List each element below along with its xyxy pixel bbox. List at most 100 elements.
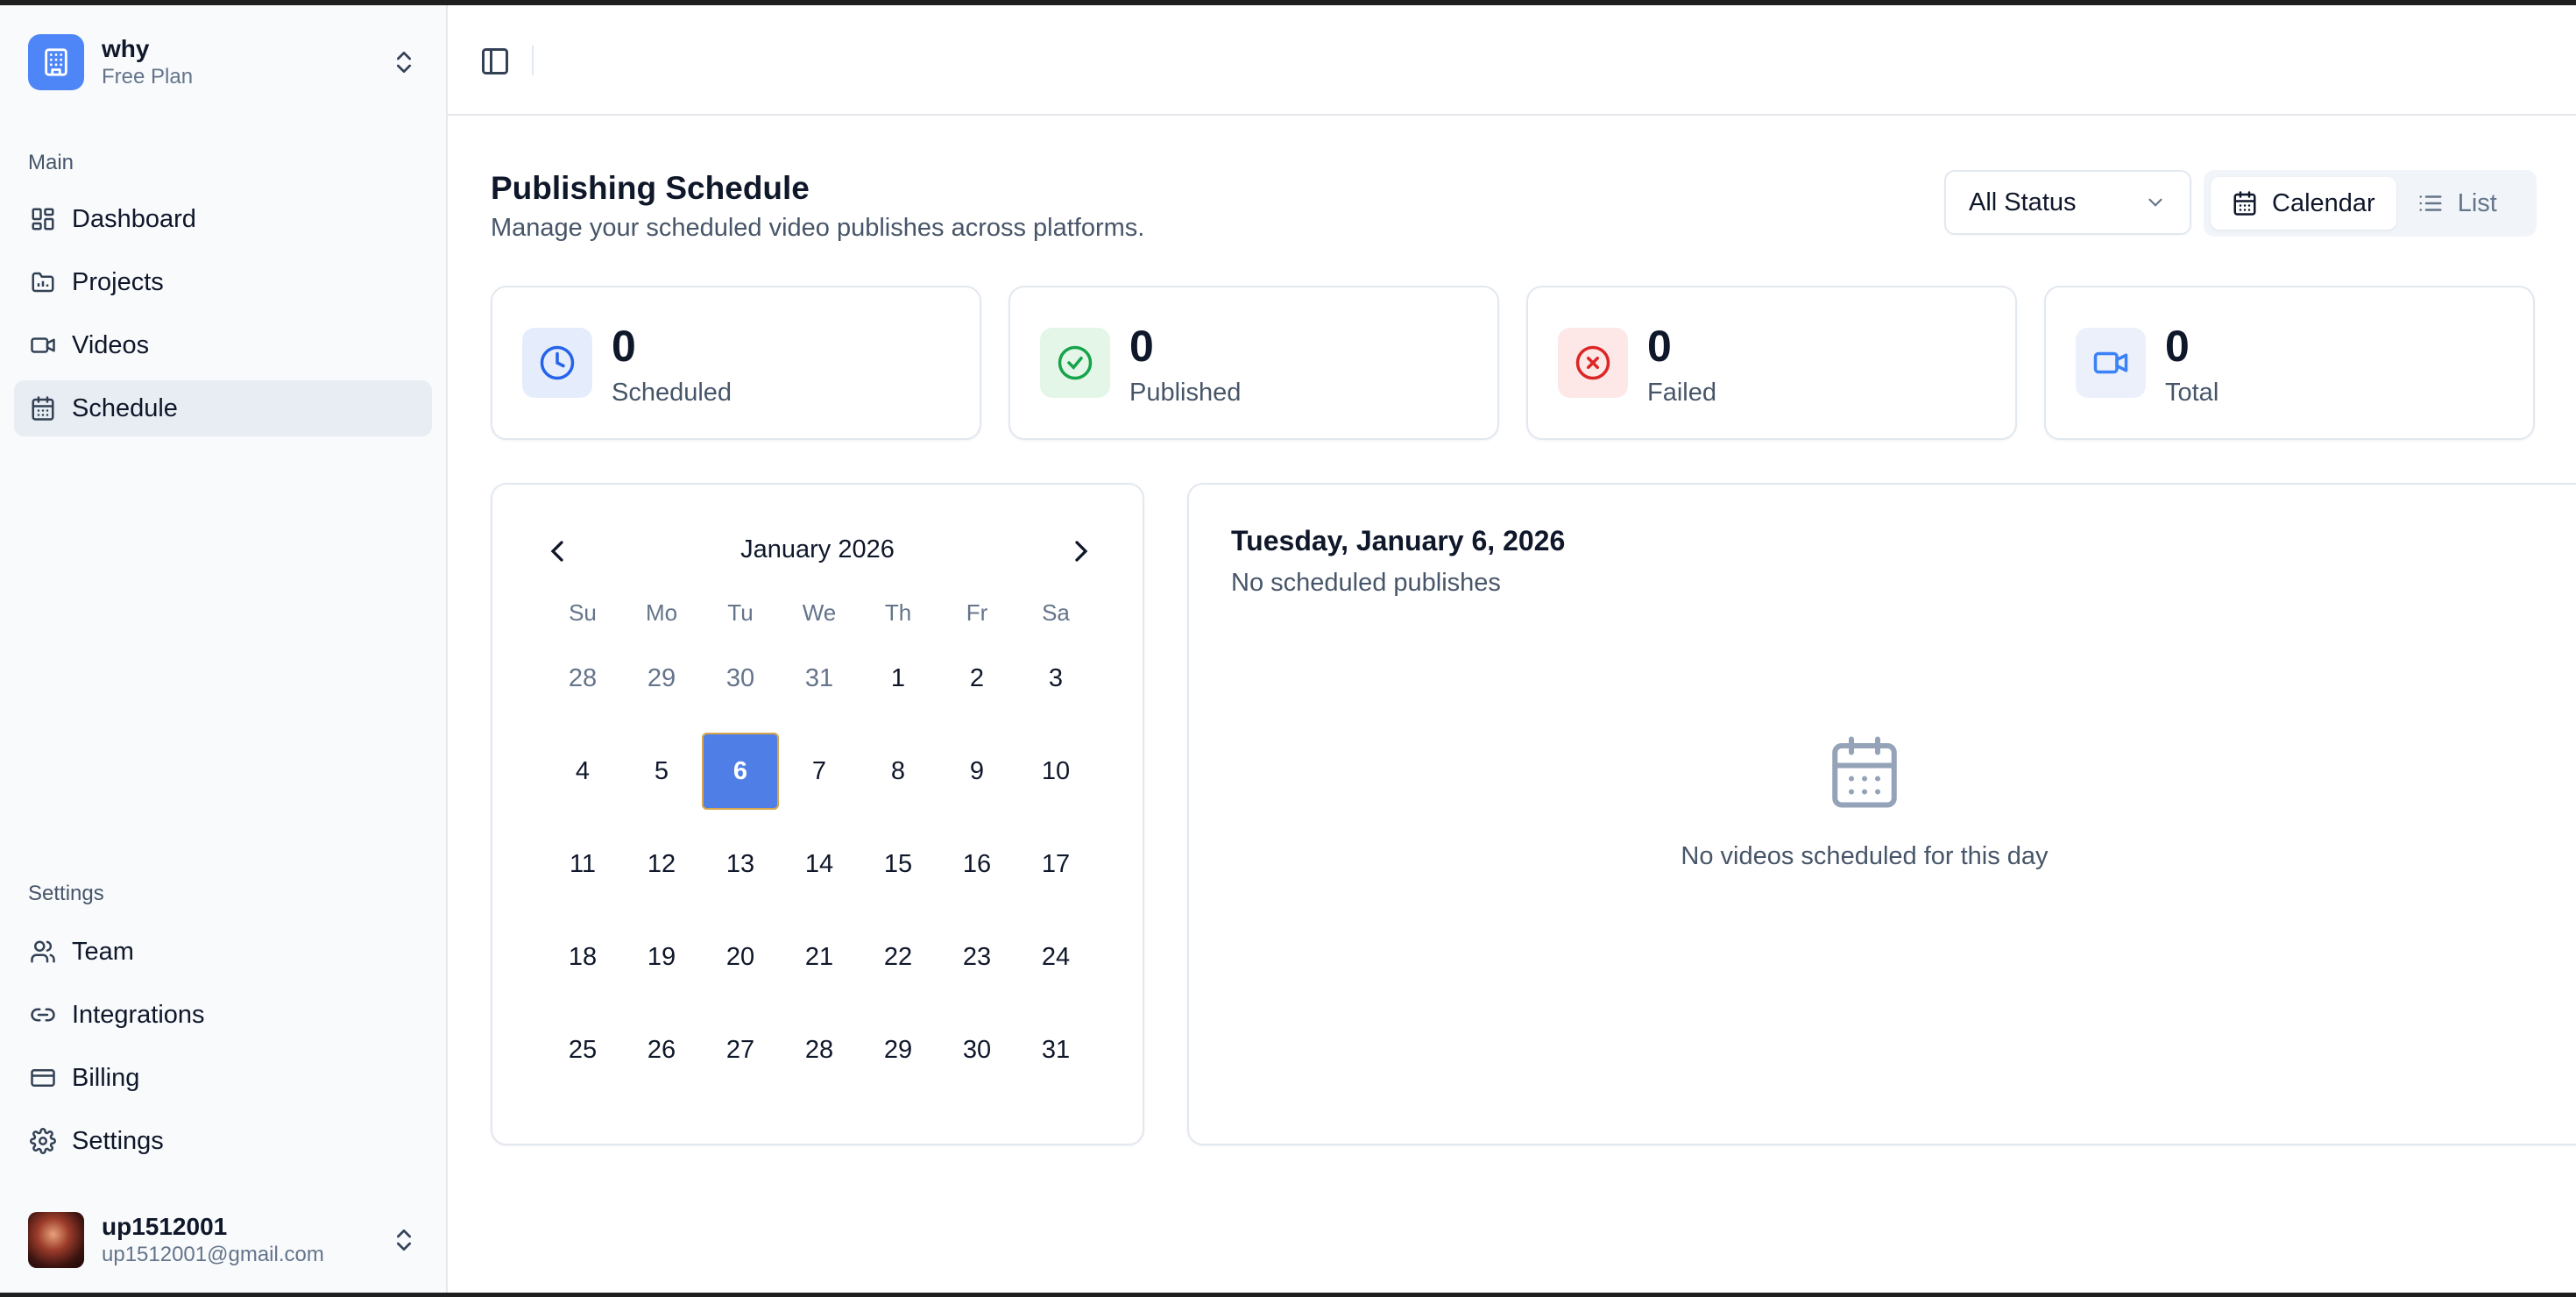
list-icon <box>2417 190 2444 216</box>
calendar-day-number: 28 <box>568 663 598 692</box>
sidebar-item-settings[interactable]: Settings <box>14 1113 432 1169</box>
projects-icon <box>30 269 56 295</box>
calendar-day[interactable]: 19 <box>622 911 701 1003</box>
main-nav: Dashboard Projects Videos Schedule <box>14 191 432 443</box>
calendar-day[interactable]: 2 <box>938 632 1016 725</box>
chevrons-up-down-icon <box>390 48 418 76</box>
weekday-label: Su <box>569 599 597 626</box>
calendar-day[interactable]: 23 <box>938 911 1016 1003</box>
calendar-day[interactable]: 29 <box>859 1003 938 1096</box>
calendar-day[interactable]: 5 <box>622 725 701 818</box>
user-menu[interactable]: up1512001 up1512001@gmail.com <box>28 1209 418 1271</box>
calendar-day-number: 23 <box>962 942 992 971</box>
status-filter-select[interactable]: All Status <box>1944 170 2191 235</box>
calendar-day[interactable]: 15 <box>859 818 938 911</box>
calendar-day-number: 6 <box>702 733 779 810</box>
calendar-day[interactable]: 12 <box>622 818 701 911</box>
weekday-label: Sa <box>1042 599 1070 626</box>
calendar-day[interactable]: 30 <box>938 1003 1016 1096</box>
gear-icon <box>30 1128 56 1154</box>
calendar-day-number: 10 <box>1041 756 1071 785</box>
calendar-day-number: 8 <box>890 756 906 785</box>
view-toggle: Calendar List <box>2204 170 2537 237</box>
calendar-day[interactable]: 29 <box>622 632 701 725</box>
calendar-day[interactable]: 26 <box>622 1003 701 1096</box>
list-view-button[interactable]: List <box>2396 177 2518 230</box>
sidebar: why Free Plan Main Dashboard Projects Vi… <box>0 5 448 1293</box>
calendar-day-number: 30 <box>725 663 755 692</box>
calendar-week-row: 4 5 6 7 8 9 10 <box>543 725 1095 818</box>
calendar-day-number: 14 <box>804 849 834 878</box>
calendar-month: January 2026 <box>740 535 895 563</box>
calendar-day[interactable]: 4 <box>543 725 622 818</box>
chevron-right-icon[interactable] <box>1064 534 1099 569</box>
calendar-day-number: 20 <box>725 942 755 971</box>
calendar-day[interactable]: 11 <box>543 818 622 911</box>
stat-card-published: 0 Published <box>1008 286 1499 440</box>
calendar-day-number: 11 <box>569 849 597 878</box>
sidebar-toggle-icon[interactable] <box>479 46 511 77</box>
calendar-day[interactable]: 13 <box>701 818 780 911</box>
page-title: Publishing Schedule <box>491 170 810 206</box>
calendar-day[interactable]: 28 <box>780 1003 859 1096</box>
status-filter-value: All Status <box>1969 188 2077 216</box>
calendar-day[interactable]: 20 <box>701 911 780 1003</box>
calendar-day[interactable]: 24 <box>1016 911 1095 1003</box>
calendar-day[interactable]: 21 <box>780 911 859 1003</box>
weekday-label: We <box>802 599 837 626</box>
calendar-day-number: 13 <box>725 849 755 878</box>
sidebar-item-label: Integrations <box>72 1000 205 1029</box>
stat-card-total: 0 Total <box>2044 286 2535 440</box>
calendar-day-selected[interactable]: 6 <box>701 725 780 818</box>
calendar-day-number: 3 <box>1048 663 1064 692</box>
calendar-day[interactable]: 18 <box>543 911 622 1003</box>
selected-date-title: Tuesday, January 6, 2026 <box>1231 525 1566 556</box>
stat-value: 0 <box>1647 322 1672 371</box>
calendar-day-number: 4 <box>575 756 591 785</box>
stat-label: Total <box>2165 379 2219 407</box>
calendar-day[interactable]: 27 <box>701 1003 780 1096</box>
dashboard-icon <box>30 206 56 232</box>
calendar-day[interactable]: 7 <box>780 725 859 818</box>
sidebar-item-projects[interactable]: Projects <box>14 254 432 310</box>
video-icon <box>30 332 56 358</box>
calendar-day-number: 25 <box>568 1035 598 1064</box>
calendar-day-number: 15 <box>883 849 913 878</box>
calendar-day[interactable]: 22 <box>859 911 938 1003</box>
sidebar-item-billing[interactable]: Billing <box>14 1050 432 1106</box>
calendar-day[interactable]: 17 <box>1016 818 1095 911</box>
calendar-day[interactable]: 30 <box>701 632 780 725</box>
sidebar-item-schedule[interactable]: Schedule <box>14 380 432 436</box>
sidebar-item-team[interactable]: Team <box>14 924 432 980</box>
user-email: up1512001@gmail.com <box>102 1243 324 1266</box>
calendar-day[interactable]: 10 <box>1016 725 1095 818</box>
calendar-day[interactable]: 8 <box>859 725 938 818</box>
weekday-label: Tu <box>727 599 754 626</box>
clock-icon <box>522 328 592 398</box>
workspace-plan: Free Plan <box>102 65 194 89</box>
calendar-day[interactable]: 1 <box>859 632 938 725</box>
sidebar-item-videos[interactable]: Videos <box>14 317 432 373</box>
calendar-week-row: 25 26 27 28 29 30 31 <box>543 1003 1095 1096</box>
calendar-day[interactable]: 3 <box>1016 632 1095 725</box>
main-content: Publishing Schedule Manage your schedule… <box>448 5 2576 1293</box>
sidebar-item-dashboard[interactable]: Dashboard <box>14 191 432 247</box>
users-icon <box>30 939 56 965</box>
calendar-day[interactable]: 14 <box>780 818 859 911</box>
sidebar-item-integrations[interactable]: Integrations <box>14 987 432 1043</box>
calendar-day-number: 27 <box>725 1035 755 1064</box>
link-icon <box>30 1002 56 1028</box>
calendar-day[interactable]: 25 <box>543 1003 622 1096</box>
calendar-view-button[interactable]: Calendar <box>2211 177 2396 230</box>
calendar-day[interactable]: 9 <box>938 725 1016 818</box>
sidebar-item-label: Schedule <box>72 393 178 422</box>
stat-value: 0 <box>1129 322 1154 371</box>
workspace-switcher[interactable]: why Free Plan <box>28 33 418 91</box>
calendar-day-number: 18 <box>568 942 598 971</box>
calendar-day[interactable]: 31 <box>780 632 859 725</box>
video-icon <box>2076 328 2146 398</box>
calendar-day-number: 31 <box>804 663 834 692</box>
calendar-day[interactable]: 16 <box>938 818 1016 911</box>
calendar-day[interactable]: 31 <box>1016 1003 1095 1096</box>
calendar-day[interactable]: 28 <box>543 632 622 725</box>
